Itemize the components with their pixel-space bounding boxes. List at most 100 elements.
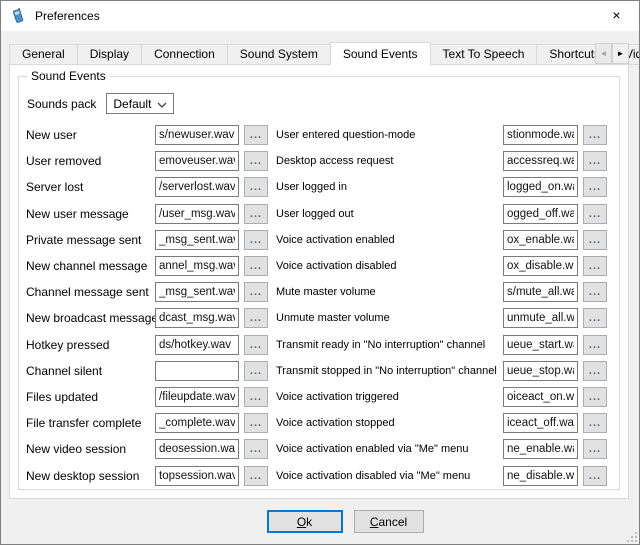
browse-button[interactable]: ... [244,439,268,459]
tab-panel: Sound Events Sounds pack Default New use… [9,64,629,499]
browse-button[interactable]: ... [583,125,607,145]
footer-buttons: Ok Cancel [267,510,424,533]
sound-event-row: Desktop access request... [276,148,607,174]
tab-scroll-left-button[interactable]: ◄ [595,43,612,64]
browse-button[interactable]: ... [244,256,268,276]
browse-button[interactable]: ... [244,361,268,381]
sound-event-label: Mute master volume [276,286,503,298]
sound-file-input[interactable] [503,125,578,145]
browse-button[interactable]: ... [583,204,607,224]
sound-event-row: Voice activation enabled via "Me" menu..… [276,436,607,462]
sound-event-row: Private message sent... [26,227,268,253]
browse-button[interactable]: ... [244,230,268,250]
browse-button[interactable]: ... [583,151,607,171]
sound-file-input[interactable] [155,256,239,276]
browse-button[interactable]: ... [244,204,268,224]
browse-button[interactable]: ... [244,177,268,197]
tab-connection[interactable]: Connection [141,44,228,65]
browse-button[interactable]: ... [583,282,607,302]
sound-event-label: New broadcast message [26,311,155,325]
ok-button[interactable]: Ok [267,510,343,533]
sound-file-input[interactable] [155,361,239,381]
sound-file-input[interactable] [155,413,239,433]
sound-file-input[interactable] [503,308,578,328]
browse-button[interactable]: ... [244,335,268,355]
tab-sound-events[interactable]: Sound Events [330,42,431,66]
sound-events-column-right: User entered question-mode...Desktop acc… [276,122,607,489]
sound-event-label: User logged out [276,208,503,220]
sounds-pack-select[interactable]: Default [106,93,174,114]
sound-file-input[interactable] [503,151,578,171]
sound-event-row: Voice activation stopped... [276,410,607,436]
sound-file-input[interactable] [503,256,578,276]
sound-file-input[interactable] [503,413,578,433]
resize-grip[interactable] [627,532,637,542]
sound-file-input[interactable] [503,361,578,381]
sound-event-row: User logged out... [276,201,607,227]
browse-button[interactable]: ... [583,230,607,250]
sound-event-row: Files updated... [26,384,268,410]
sound-file-input[interactable] [503,177,578,197]
sound-event-row: Voice activation triggered... [276,384,607,410]
sound-file-input[interactable] [503,335,578,355]
browse-button[interactable]: ... [583,387,607,407]
browse-button[interactable]: ... [583,335,607,355]
browse-button[interactable]: ... [244,387,268,407]
sound-event-label: Hotkey pressed [26,338,155,352]
sound-file-input[interactable] [155,439,239,459]
tab-sound-system[interactable]: Sound System [227,44,331,65]
sound-event-row: File transfer complete... [26,410,268,436]
sound-event-row: Voice activation enabled... [276,227,607,253]
sound-file-input[interactable] [503,230,578,250]
browse-button[interactable]: ... [583,361,607,381]
sound-event-label: Voice activation triggered [276,391,503,403]
tab-general[interactable]: General [9,44,78,65]
sound-file-input[interactable] [155,177,239,197]
sound-event-label: Private message sent [26,233,155,247]
browse-button[interactable]: ... [244,125,268,145]
browse-button[interactable]: ... [244,282,268,302]
browse-button[interactable]: ... [583,466,607,486]
sound-event-label: User logged in [276,181,503,193]
sound-event-row: New broadcast message... [26,305,268,331]
browse-button[interactable]: ... [244,466,268,486]
sound-file-input[interactable] [155,282,239,302]
sound-event-row: New user message... [26,201,268,227]
sound-file-input[interactable] [155,308,239,328]
sound-file-input[interactable] [155,230,239,250]
close-button[interactable]: × [594,1,639,30]
sound-file-input[interactable] [503,439,578,459]
tab-text-to-speech[interactable]: Text To Speech [430,44,538,65]
sound-file-input[interactable] [503,282,578,302]
sound-file-input[interactable] [155,335,239,355]
browse-button[interactable]: ... [583,177,607,197]
cancel-button[interactable]: Cancel [354,510,424,533]
sound-events-columns: New user...User removed...Server lost...… [26,122,612,489]
sound-file-input[interactable] [155,151,239,171]
sound-event-row: Transmit stopped in "No interruption" ch… [276,358,607,384]
preferences-window: Preferences × GeneralDisplayConnectionSo… [0,0,640,545]
sound-event-row: Hotkey pressed... [26,332,268,358]
tab-scroll-right-button[interactable]: ► [612,43,629,64]
sound-event-label: New user message [26,207,155,221]
browse-button[interactable]: ... [244,308,268,328]
sound-file-input[interactable] [503,466,578,486]
sound-event-label: Transmit stopped in "No interruption" ch… [276,365,503,377]
browse-button[interactable]: ... [583,256,607,276]
browse-button[interactable]: ... [583,308,607,328]
tab-bar-tabs: GeneralDisplayConnectionSound SystemSoun… [9,42,640,65]
sound-file-input[interactable] [503,204,578,224]
sounds-pack-value: Default [113,97,151,111]
sound-file-input[interactable] [155,204,239,224]
browse-button[interactable]: ... [583,413,607,433]
sound-file-input[interactable] [155,387,239,407]
sound-file-input[interactable] [155,125,239,145]
browse-button[interactable]: ... [583,439,607,459]
sound-event-label: Voice activation enabled via "Me" menu [276,443,503,455]
browse-button[interactable]: ... [244,413,268,433]
browse-button[interactable]: ... [244,151,268,171]
sound-event-row: Unmute master volume... [276,305,607,331]
sound-file-input[interactable] [503,387,578,407]
sound-file-input[interactable] [155,466,239,486]
tab-display[interactable]: Display [77,44,142,65]
